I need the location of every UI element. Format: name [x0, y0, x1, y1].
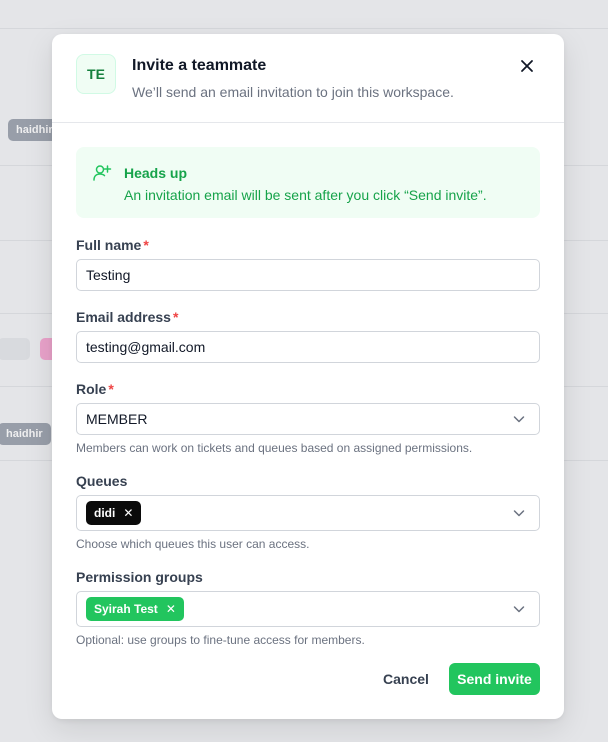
chevron-down-icon [513, 416, 525, 423]
email-field[interactable] [76, 331, 540, 363]
banner-text: An invitation email will be sent after y… [124, 187, 487, 203]
queue-tag-label: didi [94, 506, 116, 520]
permission-groups-label: Permission groups [76, 569, 203, 585]
email-label-text: Email address [76, 309, 171, 325]
chevron-down-icon [513, 606, 525, 613]
email-label: Email address * [76, 309, 178, 325]
modal-header: TE Invite a teammate We’ll send an email… [52, 34, 564, 123]
required-mark: * [143, 237, 149, 253]
role-label: Role * [76, 381, 114, 397]
avatar: TE [76, 54, 116, 94]
required-mark: * [172, 309, 179, 325]
info-banner: Heads up An invitation email will be sen… [76, 147, 540, 218]
queues-label: Queues [76, 473, 128, 489]
role-help-text: Members can work on tickets and queues b… [76, 441, 473, 455]
banner-title: Heads up [124, 165, 188, 181]
queue-tag: didi ✕ [86, 501, 142, 525]
close-button[interactable] [518, 57, 536, 75]
cancel-button[interactable]: Cancel [374, 663, 438, 695]
modal-title: Invite a teammate [132, 57, 267, 74]
queues-help-text: Choose which queues this user can access… [76, 537, 310, 551]
remove-tag-icon[interactable]: ✕ [123, 506, 133, 520]
modal-subtitle: We’ll send an email invitation to join t… [132, 84, 454, 100]
role-label-text: Role [76, 381, 107, 397]
user-plus-icon [93, 165, 112, 181]
chevron-down-icon [513, 510, 525, 517]
role-select[interactable]: MEMBER [76, 403, 540, 435]
permission-group-tag: Syirah Test ✕ [86, 597, 184, 621]
permission-group-tag-label: Syirah Test [94, 602, 158, 616]
remove-tag-icon[interactable]: ✕ [166, 602, 176, 616]
required-mark: * [108, 381, 114, 397]
send-invite-button[interactable]: Send invite [449, 663, 540, 695]
queues-select[interactable]: didi ✕ [76, 495, 540, 531]
permission-groups-select[interactable]: Syirah Test ✕ [76, 591, 540, 627]
permission-groups-help-text: Optional: use groups to fine-tune access… [76, 633, 365, 647]
role-select-value: MEMBER [86, 411, 148, 427]
full-name-label: Full name * [76, 237, 149, 253]
invite-modal: TE Invite a teammate We’ll send an email… [52, 34, 564, 719]
close-icon [521, 60, 533, 72]
full-name-field[interactable] [76, 259, 540, 291]
full-name-label-text: Full name [76, 237, 142, 253]
